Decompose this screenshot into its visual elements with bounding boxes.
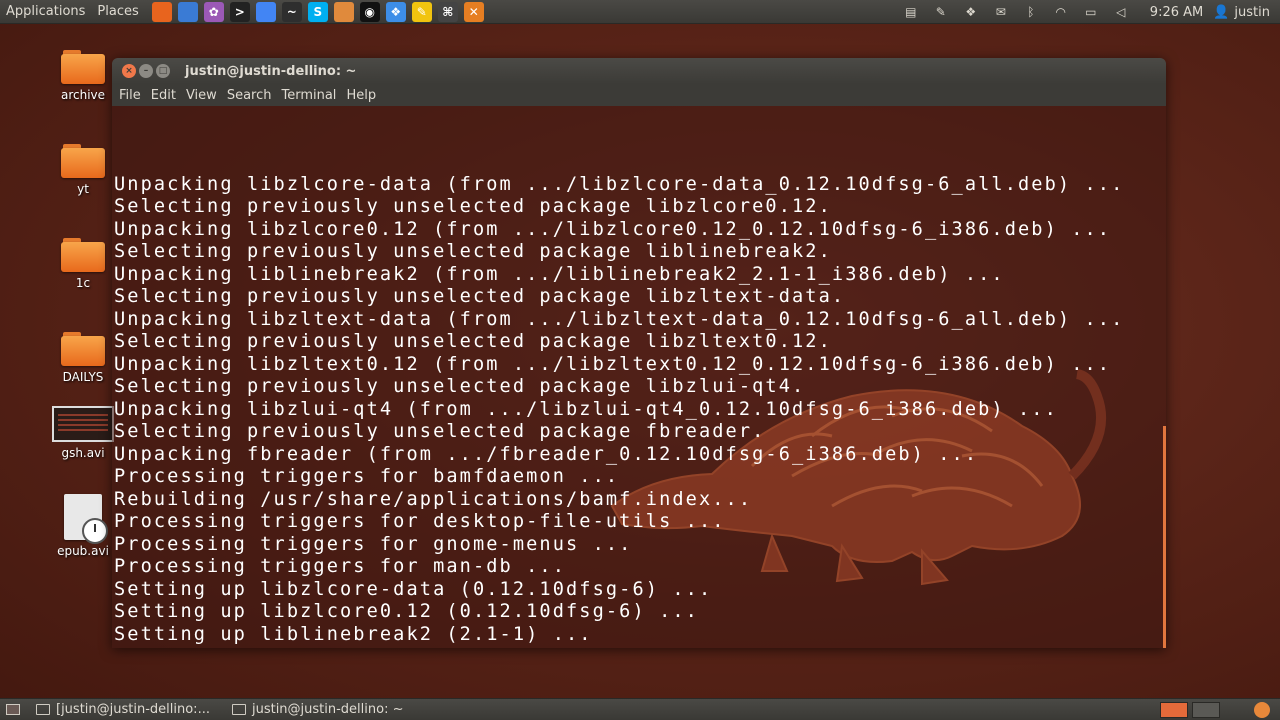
maximize-button[interactable]: □ [156,64,170,78]
desktop-icon-1c[interactable]: 1c [50,238,116,290]
terminal-line: Unpacking liblinebreak2 (from .../liblin… [114,263,1005,285]
terminal-line: Unpacking libzlui-qt4 (from .../libzlui-… [114,398,1058,420]
settings-icon[interactable]: ✿ [203,1,224,22]
desktop-icon-epub-avi[interactable]: epub.avi [50,494,116,558]
terminal-window: × – □ justin@justin-dellino: ~ File Edit V… [112,58,1166,648]
terminal-line: Unpacking libzltext-data (from .../libzl… [114,308,1125,330]
edit-icon[interactable]: ✎ [932,4,950,20]
trash-icon[interactable] [1254,701,1270,718]
desktop-icon-yt[interactable]: yt [50,144,116,196]
folder-icon [61,332,105,366]
terminal-line: Processing triggers for man-db ... [114,556,567,577]
terminal-line: Selecting previously unselected package … [114,376,806,397]
terminal-line: Setting up libzltext-data (0.12.10dfsg-6… [114,646,1166,648]
desktop-icon-archive[interactable]: archive [50,50,116,102]
notes-icon[interactable]: ✎ [411,1,432,22]
terminal-line: Selecting previously unselected package … [114,241,832,262]
terminal-line: Setting up libzlcore-data (0.12.10dfsg-6… [114,578,713,600]
video-thumbnail-icon [52,406,114,442]
menu-search[interactable]: Search [222,88,277,103]
terminal-menubar: File Edit View Search Terminal Help [112,84,1166,106]
menu-help[interactable]: Help [341,88,381,103]
task-list: [justin@justin-dellino:... justin@justin-… [30,700,410,720]
desktop-icon-label: epub.avi [57,544,109,558]
terminal-line: Selecting previously unselected package … [114,331,832,352]
terminal-line: Unpacking libzlcore-data (from .../libzl… [114,173,1125,195]
system-monitor-icon[interactable]: ~ [281,1,302,22]
terminal-line: Setting up liblinebreak2 (2.1-1) ... [114,623,593,645]
desktop-icon-label: 1c [75,276,91,290]
clock[interactable]: 9:26 AM [1150,5,1203,20]
taskbar-item-label: justin@justin-dellino: ~ [251,702,404,717]
menu-edit[interactable]: Edit [146,88,181,103]
desktop-icon-label: DAILYS [62,370,104,384]
terminal-line: Processing triggers for bamfdaemon ... [114,466,620,487]
gamepad-icon[interactable]: ⌘ [437,1,458,22]
desktop-icon-label: gsh.avi [61,446,105,460]
window-titlebar[interactable]: × – □ justin@justin-dellino: ~ [112,58,1166,84]
dropbox-tray-icon[interactable]: ❖ [962,4,980,20]
terminal-output[interactable]: Unpacking libzlcore-data (from .../libzl… [112,106,1166,648]
user-name: justin [1234,4,1270,20]
terminal-line: Processing triggers for gnome-menus ... [114,533,633,555]
wifi-icon[interactable]: ◠ [1052,4,1070,20]
menu-view[interactable]: View [181,88,222,103]
chrome-icon[interactable] [255,1,276,22]
taskbar-item-label: [justin@justin-dellino:... [56,702,210,717]
minimize-button[interactable]: – [139,64,153,78]
bottom-panel: [justin@justin-dellino:... justin@justin-… [0,698,1280,720]
firefox-icon[interactable] [151,1,172,22]
terminal-icon[interactable]: > [229,1,250,22]
workspace-2[interactable] [1192,701,1220,718]
desktop-icon-label: archive [60,88,106,102]
taskbar-item[interactable]: [justin@justin-dellino:... [30,700,216,720]
software-center-icon[interactable] [333,1,354,22]
skype-icon[interactable]: S [307,1,328,22]
terminal-window-icon [231,704,246,715]
tool-icon[interactable]: ✕ [463,1,484,22]
desktop-icon-label: yt [77,182,89,196]
menu-terminal[interactable]: Terminal [276,88,341,103]
window-title: justin@justin-dellino: ~ [185,63,357,79]
applications-menu[interactable]: Applications [0,0,91,24]
places-menu[interactable]: Places [91,0,144,24]
show-desktop-icon[interactable] [6,704,20,715]
battery-icon[interactable]: ▭ [1082,4,1100,20]
workspace-1[interactable] [1160,701,1188,718]
terminal-line: Selecting previously unselected package … [114,286,846,307]
terminal-line: Processing triggers for desktop-file-uti… [114,511,726,532]
terminal-line: Selecting previously unselected package … [114,196,832,217]
thunderbird-icon[interactable] [177,1,198,22]
terminal-line: Unpacking fbreader (from .../fbreader_0.… [114,443,979,465]
folder-icon [61,144,105,178]
terminal-line: Rebuilding /usr/share/applications/bamf.… [114,488,753,510]
folder-icon [61,50,105,84]
terminal-line: Selecting previously unselected package … [114,421,766,442]
terminal-line: Unpacking libzlcore0.12 (from .../libzlc… [114,218,1112,240]
close-button[interactable]: × [122,64,136,78]
terminal-lines: Unpacking libzlcore-data (from .../libzl… [114,174,1166,649]
volume-icon[interactable]: ◁ [1112,4,1130,20]
user-menu[interactable]: 👤 justin [1213,5,1270,20]
desktop-icon-dailys[interactable]: DAILYS [50,332,116,384]
taskbar-item[interactable]: justin@justin-dellino: ~ [226,700,410,720]
top-panel: Applications Places ✿ > ~ S ◉ ❖ ✎ ⌘ ✕ ▤ ✎ ❖ ✉ ᛒ ◠ ▭ ◁ 9… [0,0,1280,24]
launcher-bar: ✿ > ~ S ◉ ❖ ✎ ⌘ ✕ [149,1,487,22]
terminal-line: Setting up libzlcore0.12 (0.12.10dfsg-6)… [114,601,699,622]
video-file-icon [64,494,108,544]
terminal-line: Unpacking libzltext0.12 (from .../libzlt… [114,353,1112,375]
desktop-icon-gsh-avi[interactable]: gsh.avi [50,406,116,460]
bluetooth-icon[interactable]: ᛒ [1022,4,1040,20]
media-icon[interactable]: ◉ [359,1,380,22]
system-tray: ▤ ✎ ❖ ✉ ᛒ ◠ ▭ ◁ 9:26 AM 👤 justin [896,0,1274,24]
mail-icon[interactable]: ✉ [992,4,1010,20]
user-icon: 👤 [1213,4,1230,20]
folder-icon [61,238,105,272]
terminal-window-icon [36,704,50,715]
dropbox-icon[interactable]: ❖ [385,1,406,22]
menu-file[interactable]: File [114,88,146,103]
document-icon[interactable]: ▤ [902,4,920,20]
workspace-switcher[interactable] [1160,701,1220,718]
